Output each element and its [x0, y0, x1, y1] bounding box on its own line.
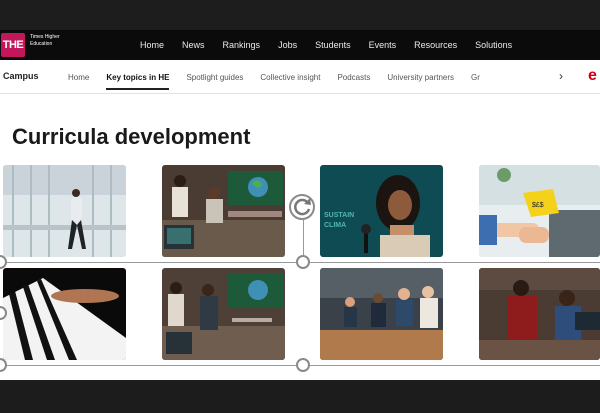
the-logo[interactable]: THE — [1, 33, 25, 57]
chevron-right-icon[interactable]: › — [559, 69, 563, 83]
nav-rankings[interactable]: Rankings — [223, 40, 261, 50]
article-image-two-people[interactable] — [479, 268, 600, 360]
nav-resources[interactable]: Resources — [414, 40, 457, 50]
nav-jobs[interactable]: Jobs — [278, 40, 297, 50]
nav-home[interactable]: Home — [140, 40, 164, 50]
svg-text:CLIMA: CLIMA — [324, 222, 346, 229]
nav-events[interactable]: Events — [369, 40, 397, 50]
article-image-office-walk[interactable] — [3, 165, 126, 257]
sub-nav-links: Home Key topics in HE Spotlight guides C… — [68, 60, 497, 94]
svg-text:SUSTAIN: SUSTAIN — [324, 212, 354, 219]
article-image-sticky-note[interactable]: $£$ — [479, 165, 600, 257]
main-nav: Home News Rankings Jobs Students Events … — [140, 30, 530, 60]
subnav-collective-insight[interactable]: Collective insight — [260, 73, 320, 82]
article-image-lab-team-2[interactable] — [162, 268, 285, 360]
rotate-icon[interactable] — [288, 193, 316, 221]
subnav-podcasts[interactable]: Podcasts — [337, 73, 370, 82]
svg-text:$£$: $£$ — [532, 202, 544, 209]
subnav-home[interactable]: Home — [68, 73, 89, 82]
logo-e-icon[interactable]: e — [588, 68, 600, 84]
subnav-more[interactable]: Gr — [471, 73, 480, 82]
article-image-lab-team[interactable] — [162, 165, 285, 257]
nav-news[interactable]: News — [182, 40, 205, 50]
nav-students[interactable]: Students — [315, 40, 351, 50]
campus-label[interactable]: Campus — [3, 71, 39, 81]
article-image-speaker[interactable]: SUSTAIN CLIMA — [320, 165, 443, 257]
nav-solutions[interactable]: Solutions — [475, 40, 512, 50]
subnav-university-partners[interactable]: University partners — [387, 73, 454, 82]
browser-top-bar — [0, 0, 600, 30]
article-image-piano[interactable] — [3, 268, 126, 360]
subnav-spotlight-guides[interactable]: Spotlight guides — [186, 73, 243, 82]
resize-handle-bottom[interactable] — [296, 358, 310, 372]
article-image-meeting[interactable] — [320, 268, 443, 360]
subnav-key-topics[interactable]: Key topics in HE — [106, 73, 170, 90]
resize-handle-top[interactable] — [296, 255, 310, 269]
logo-text: Times Higher Education — [30, 34, 60, 47]
page-title: Curricula development — [12, 124, 251, 149]
bottom-bar — [0, 380, 600, 413]
